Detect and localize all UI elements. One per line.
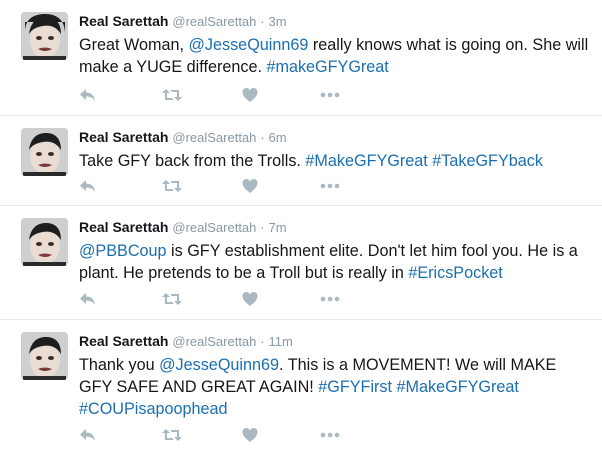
hashtag-link[interactable]: #EricsPocket xyxy=(408,264,502,282)
user-handle[interactable]: @realSarettah xyxy=(172,14,256,29)
text-segment: . This is a MOVEMENT! We will MAKE xyxy=(279,356,557,374)
like-icon[interactable] xyxy=(241,177,263,195)
reply-icon[interactable] xyxy=(79,177,101,195)
user-handle[interactable]: @realSarettah xyxy=(172,334,256,349)
display-name[interactable]: Real Sarettah xyxy=(79,333,168,349)
tweet-header: Real Sarettah @realSarettah · 6m xyxy=(79,128,287,147)
avatar[interactable] xyxy=(21,128,68,176)
hashtag-link[interactable]: #TakeGFYback xyxy=(432,152,543,170)
tweet-text-line: Take GFY back from the Trolls. #MakeGFYG… xyxy=(79,150,594,172)
tweet-header: Real Sarettah @realSarettah · 11m xyxy=(79,332,293,351)
more-icon[interactable] xyxy=(319,86,341,104)
tweet-text: @PBBCoup is GFY establishment elite. Don… xyxy=(79,240,594,284)
text-segment: Thank you xyxy=(79,356,160,374)
tweet-text-line: Thank you @JesseQuinn69. This is a MOVEM… xyxy=(79,354,594,376)
tweet-text-line: #COUPisapoophead xyxy=(79,398,594,420)
user-handle[interactable]: @realSarettah xyxy=(172,220,256,235)
tweet-text-line: @PBBCoup is GFY establishment elite. Don… xyxy=(79,240,594,262)
retweet-icon[interactable] xyxy=(161,426,183,444)
text-segment: really knows what is going on. She will xyxy=(308,36,589,54)
timestamp[interactable]: 6m xyxy=(269,130,287,145)
separator-dot: · xyxy=(260,334,265,349)
timestamp[interactable]: 3m xyxy=(269,14,287,29)
more-icon[interactable] xyxy=(319,426,341,444)
tweet-text-line: plant. He pretends to be a Troll but is … xyxy=(79,262,594,284)
separator-dot: · xyxy=(260,220,265,235)
tweet-actions xyxy=(79,86,379,104)
avatar[interactable] xyxy=(21,218,68,266)
like-icon[interactable] xyxy=(241,86,263,104)
text-segment: GFY SAFE AND GREAT AGAIN! xyxy=(79,378,319,396)
separator-dot: · xyxy=(260,14,265,29)
tweet: Real Sarettah @realSarettah · 7m @PBBCou… xyxy=(0,206,602,320)
tweet-text-line: Great Woman, @JesseQuinn69 really knows … xyxy=(79,34,594,56)
more-icon[interactable] xyxy=(319,290,341,308)
tweet-text-line: GFY SAFE AND GREAT AGAIN! #GFYFirst #Mak… xyxy=(79,376,594,398)
timestamp[interactable]: 11m xyxy=(269,334,293,349)
hashtag-link[interactable]: #COUPisapoophead xyxy=(79,400,228,418)
retweet-icon[interactable] xyxy=(161,86,183,104)
mention-link[interactable]: @JesseQuinn69 xyxy=(188,36,308,54)
tweet-actions xyxy=(79,290,379,308)
avatar[interactable] xyxy=(21,12,68,60)
user-handle[interactable]: @realSarettah xyxy=(172,130,256,145)
tweet-actions xyxy=(79,426,379,444)
reply-icon[interactable] xyxy=(79,290,101,308)
tweet: Real Sarettah @realSarettah · 11m Thank … xyxy=(0,320,602,457)
more-icon[interactable] xyxy=(319,177,341,195)
display-name[interactable]: Real Sarettah xyxy=(79,129,168,145)
like-icon[interactable] xyxy=(241,290,263,308)
avatar-image xyxy=(21,218,68,266)
mention-link[interactable]: @JesseQuinn69 xyxy=(159,356,279,374)
avatar-image xyxy=(21,128,68,176)
reply-icon[interactable] xyxy=(79,426,101,444)
tweet-actions xyxy=(79,177,379,195)
tweet-header: Real Sarettah @realSarettah · 3m xyxy=(79,12,287,31)
text-segment: Great Woman, xyxy=(79,36,189,54)
avatar[interactable] xyxy=(21,332,68,380)
text-segment: is GFY establishment elite. Don't let hi… xyxy=(166,242,578,260)
tweet: Real Sarettah @realSarettah · 3m Great W… xyxy=(0,0,602,116)
tweet-header: Real Sarettah @realSarettah · 7m xyxy=(79,218,287,237)
mention-link[interactable]: @PBBCoup xyxy=(79,242,167,260)
tweet-text: Take GFY back from the Trolls. #MakeGFYG… xyxy=(79,150,594,172)
tweet-feed: Real Sarettah @realSarettah · 3m Great W… xyxy=(0,0,602,457)
tweet-text: Great Woman, @JesseQuinn69 really knows … xyxy=(79,34,594,78)
display-name[interactable]: Real Sarettah xyxy=(79,13,168,29)
separator-dot: · xyxy=(260,130,265,145)
avatar-image xyxy=(21,12,68,60)
text-segment: plant. He pretends to be a Troll but is … xyxy=(79,264,409,282)
text-segment: Take GFY back from the Trolls. xyxy=(79,152,306,170)
tweet-text-line: make a YUGE difference. #makeGFYGreat xyxy=(79,56,594,78)
tweet-text: Thank you @JesseQuinn69. This is a MOVEM… xyxy=(79,354,594,420)
retweet-icon[interactable] xyxy=(161,177,183,195)
like-icon[interactable] xyxy=(241,426,263,444)
text-segment: make a YUGE difference. xyxy=(79,58,267,76)
hashtag-link[interactable]: #makeGFYGreat xyxy=(266,58,388,76)
avatar-image xyxy=(21,332,68,380)
retweet-icon[interactable] xyxy=(161,290,183,308)
hashtag-link[interactable]: #GFYFirst xyxy=(318,378,392,396)
hashtag-link[interactable]: #MakeGFYGreat xyxy=(397,378,519,396)
display-name[interactable]: Real Sarettah xyxy=(79,219,168,235)
timestamp[interactable]: 7m xyxy=(269,220,287,235)
reply-icon[interactable] xyxy=(79,86,101,104)
tweet: Real Sarettah @realSarettah · 6m Take GF… xyxy=(0,116,602,206)
hashtag-link[interactable]: #MakeGFYGreat xyxy=(305,152,427,170)
